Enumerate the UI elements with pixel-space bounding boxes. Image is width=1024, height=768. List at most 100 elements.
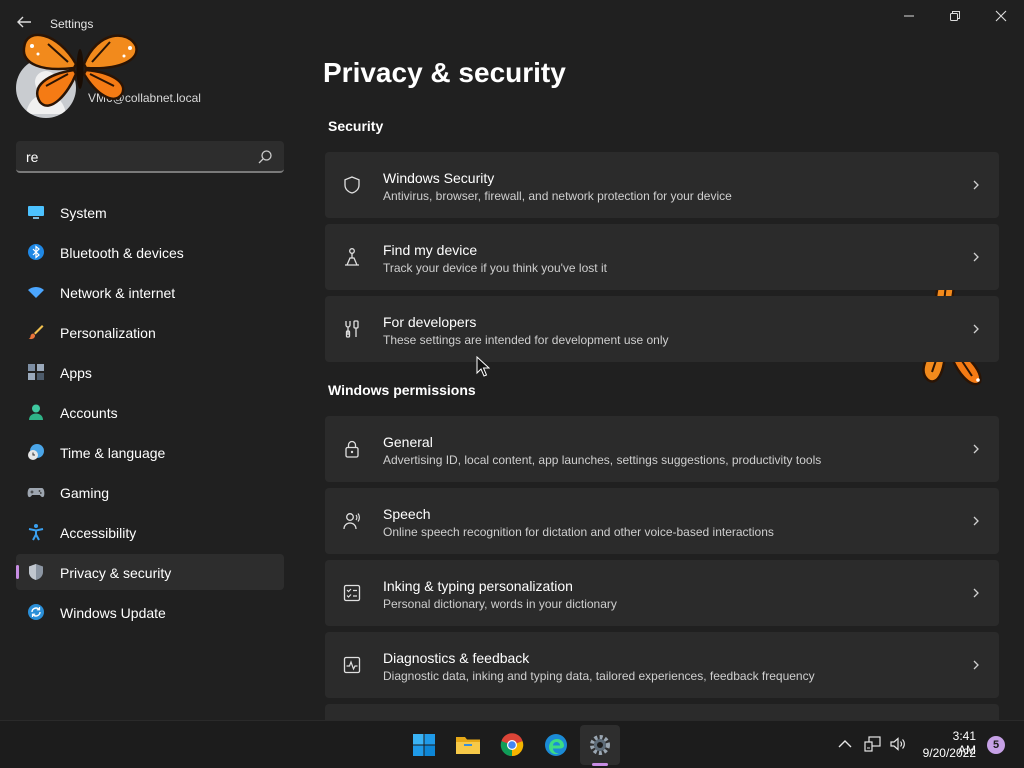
page-title: Privacy & security — [323, 57, 566, 88]
search-icon[interactable] — [256, 148, 274, 166]
clock-date[interactable]: 9/20/2022 — [918, 746, 976, 760]
chevron-right-icon — [973, 180, 979, 190]
card-title: Inking & typing personalization — [383, 578, 573, 594]
chevron-right-icon — [973, 660, 979, 670]
title-bar: Settings — [0, 0, 1024, 34]
sidebar-item-bluetooth[interactable]: Bluetooth & devices — [16, 234, 284, 270]
person-icon — [29, 404, 43, 420]
card-inking-typing[interactable]: Inking & typing personalization Personal… — [325, 560, 999, 626]
settings-button[interactable] — [580, 725, 620, 765]
network-icon[interactable] — [864, 735, 882, 753]
card-for-developers[interactable]: For developers These settings are intend… — [325, 296, 999, 362]
chevron-right-icon — [973, 444, 979, 454]
butterfly-decoration — [22, 33, 138, 107]
card-subtitle: Diagnostic data, inking and typing data,… — [383, 669, 815, 683]
notification-badge[interactable]: 5 — [987, 736, 1005, 754]
card-title: Speech — [383, 506, 431, 522]
card-title: For developers — [383, 314, 477, 330]
sidebar-item-label: System — [60, 205, 107, 221]
find-device-icon — [345, 248, 359, 266]
chevron-up-icon[interactable] — [836, 735, 854, 753]
minimize-button[interactable] — [886, 4, 932, 28]
brush-icon — [28, 325, 44, 340]
wifi-icon — [28, 286, 44, 298]
sidebar-item-label: Time & language — [60, 445, 166, 461]
chevron-right-icon — [973, 588, 979, 598]
card-title: Windows Security — [383, 170, 495, 186]
accessibility-icon — [28, 524, 44, 541]
edge-icon — [545, 734, 567, 756]
card-subtitle: Track your device if you think you've lo… — [383, 261, 607, 275]
section-heading-security: Security — [328, 118, 384, 134]
monitor-icon — [28, 206, 44, 219]
card-windows-security[interactable]: Windows Security Antivirus, browser, fir… — [325, 152, 999, 218]
sidebar-item-label: Accessibility — [60, 525, 137, 541]
search-input[interactable]: re — [26, 149, 38, 165]
sidebar-item-label: Apps — [60, 365, 92, 381]
minimize-icon — [904, 15, 914, 17]
sidebar-item-label: Accounts — [60, 405, 118, 421]
card-title: General — [383, 434, 433, 450]
sidebar-item-system[interactable]: System — [16, 194, 284, 230]
card-find-my-device[interactable]: Find my device Track your device if you … — [325, 224, 999, 290]
sidebar-item-apps[interactable]: Apps — [16, 354, 284, 390]
sidebar-item-label: Bluetooth & devices — [60, 245, 184, 261]
sidebar-item-accounts[interactable]: Accounts — [16, 394, 284, 430]
inking-icon — [343, 584, 361, 602]
chevron-right-icon — [973, 324, 979, 334]
card-general[interactable]: General Advertising ID, local content, a… — [325, 416, 999, 482]
file-explorer-icon — [456, 737, 480, 754]
active-app-indicator — [592, 763, 608, 766]
sidebar-item-label: Privacy & security — [60, 565, 172, 581]
chrome-icon — [500, 733, 524, 757]
sidebar-item-label: Gaming — [60, 485, 110, 501]
card-subtitle: Personal dictionary, words in your dicti… — [383, 597, 617, 611]
sidebar-item-windows-update[interactable]: Windows Update — [16, 594, 284, 630]
file-explorer-button[interactable] — [448, 725, 488, 765]
volume-icon[interactable] — [889, 735, 907, 753]
clock-globe-icon — [28, 444, 44, 460]
card-subtitle: Antivirus, browser, firewall, and networ… — [383, 189, 732, 203]
apps-icon — [28, 364, 44, 380]
card-diagnostics-feedback[interactable]: Diagnostics & feedback Diagnostic data, … — [325, 632, 999, 698]
card-subtitle: Online speech recognition for dictation … — [383, 525, 774, 539]
sidebar-item-label: Personalization — [60, 325, 156, 341]
diagnostics-icon — [343, 656, 361, 674]
card-subtitle: Advertising ID, local content, app launc… — [383, 453, 822, 467]
shield-icon — [29, 564, 43, 580]
sidebar-item-time-language[interactable]: Time & language — [16, 434, 284, 470]
chrome-button[interactable] — [492, 725, 532, 765]
close-icon — [995, 10, 1007, 22]
sidebar-item-accessibility[interactable]: Accessibility — [16, 514, 284, 550]
shield-outline-icon — [344, 176, 360, 194]
speech-icon — [343, 513, 360, 530]
sidebar-item-label: Windows Update — [60, 605, 166, 621]
taskbar: 3:41 AM 9/20/2022 5 — [0, 720, 1024, 768]
mouse-cursor-icon — [476, 356, 490, 377]
chevron-right-icon — [973, 252, 979, 262]
bluetooth-icon — [28, 244, 44, 260]
start-button[interactable] — [404, 725, 444, 765]
settings-search[interactable]: re — [16, 141, 284, 173]
lock-icon — [345, 440, 359, 458]
restore-icon — [950, 11, 960, 21]
sidebar-item-network[interactable]: Network & internet — [16, 274, 284, 310]
card-speech[interactable]: Speech Online speech recognition for dic… — [325, 488, 999, 554]
card-title: Diagnostics & feedback — [383, 650, 530, 666]
restore-button[interactable] — [932, 4, 978, 28]
sidebar-item-personalization[interactable]: Personalization — [16, 314, 284, 350]
section-heading-windows-permissions: Windows permissions — [328, 382, 476, 398]
sidebar-nav: System Bluetooth & devices Network & int… — [16, 194, 284, 634]
close-button[interactable] — [978, 4, 1024, 28]
update-icon — [28, 604, 44, 620]
sidebar-item-privacy-security[interactable]: Privacy & security — [16, 554, 284, 590]
edge-button[interactable] — [536, 725, 576, 765]
settings-app-icon — [590, 735, 610, 755]
card-subtitle: These settings are intended for developm… — [383, 333, 669, 347]
chevron-right-icon — [973, 516, 979, 526]
start-icon — [413, 734, 435, 756]
developer-tools-icon — [345, 320, 359, 338]
sidebar-item-label: Network & internet — [60, 285, 176, 301]
card-title: Find my device — [383, 242, 478, 258]
sidebar-item-gaming[interactable]: Gaming — [16, 474, 284, 510]
